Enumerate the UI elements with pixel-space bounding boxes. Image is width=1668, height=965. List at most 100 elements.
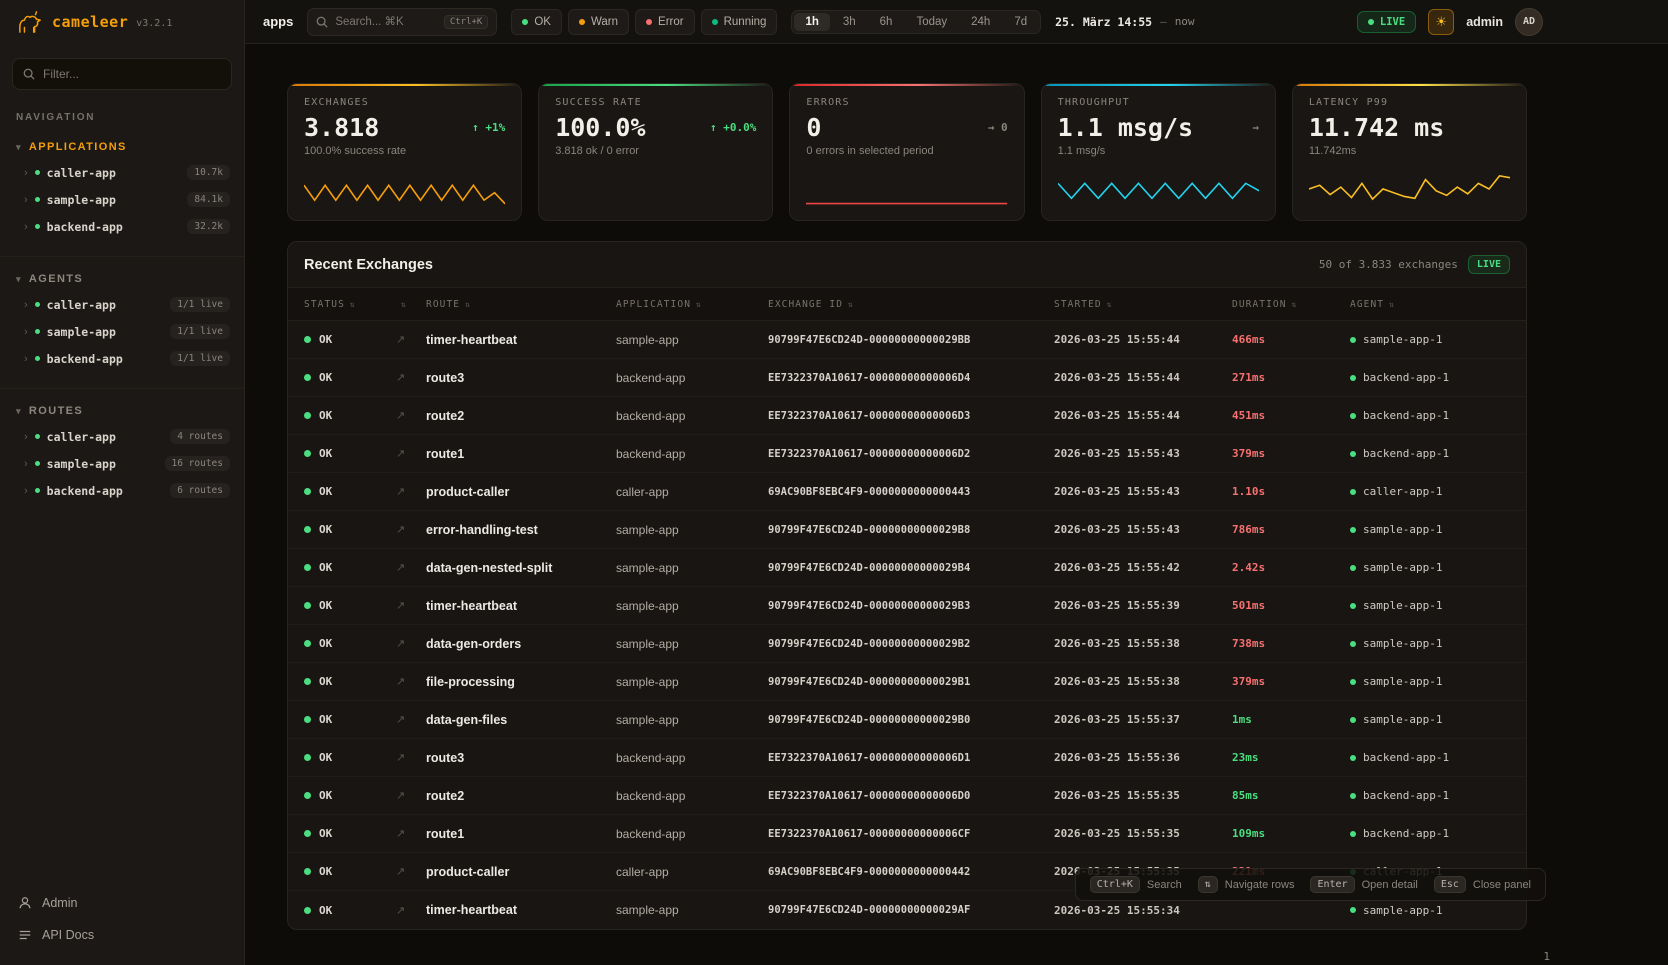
row-exchange-id: EE7322370A10617-00000000000006D0 (768, 790, 1054, 802)
table-row[interactable]: OK ↗ route3 backend-app EE7322370A10617-… (288, 739, 1526, 777)
filter-input[interactable] (43, 67, 221, 81)
body-row: EXCHANGES 3.818 ↑ +1% 100.0% success rat… (245, 44, 1668, 965)
column-header[interactable]: STATUS ⇅ (304, 299, 396, 310)
agent-status-dot-icon (1350, 565, 1356, 571)
row-status-cell: OK (304, 599, 396, 612)
row-application: sample-app (616, 333, 768, 347)
sidebar-item-api-docs[interactable]: API Docs (0, 919, 244, 951)
avatar[interactable]: AD (1515, 8, 1543, 36)
column-header[interactable]: APPLICATION ⇅ (616, 299, 768, 310)
ok-status-dot-icon (304, 450, 311, 457)
date-range[interactable]: 25. März 14:55 — now (1055, 15, 1194, 29)
table-row[interactable]: OK ↗ route2 backend-app EE7322370A10617-… (288, 777, 1526, 815)
stat-card[interactable]: EXCHANGES 3.818 ↑ +1% 100.0% success rat… (287, 83, 522, 221)
brand-version: v3.2.1 (136, 18, 172, 29)
table-row[interactable]: OK ↗ product-caller caller-app 69AC90BF8… (288, 473, 1526, 511)
search-icon (23, 68, 35, 80)
sidebar-nav-item[interactable]: › backend-app 32.2k (0, 213, 244, 240)
nav-section-header[interactable]: ▾ APPLICATIONS (0, 135, 244, 159)
table-row[interactable]: OK ↗ data-gen-orders sample-app 90799F47… (288, 625, 1526, 663)
row-route: timer-heartbeat (426, 333, 616, 347)
row-arrow-icon: ↗ (396, 599, 426, 612)
table-row[interactable]: OK ↗ data-gen-files sample-app 90799F47E… (288, 701, 1526, 739)
table-row[interactable]: OK ↗ error-handling-test sample-app 9079… (288, 511, 1526, 549)
stat-card[interactable]: SUCCESS RATE 100.0% ↑ +0.0% 3.818 ok / 0… (538, 83, 773, 221)
column-label: EXCHANGE ID (768, 299, 843, 310)
stat-card[interactable]: ERRORS 0 → 0 0 errors in selected period (789, 83, 1024, 221)
table-row[interactable]: OK ↗ data-gen-nested-split sample-app 90… (288, 549, 1526, 587)
status-pill-label: Warn (591, 16, 618, 28)
status-filter-pill[interactable]: Warn (568, 9, 629, 35)
ok-status-dot-icon (304, 716, 311, 723)
stat-subtitle: 0 errors in selected period (806, 145, 1007, 157)
table-row[interactable]: OK ↗ route1 backend-app EE7322370A10617-… (288, 435, 1526, 473)
sidebar-nav-item[interactable]: › caller-app 4 routes (0, 423, 244, 450)
sidebar-nav-item[interactable]: › caller-app 1/1 live (0, 291, 244, 318)
row-agent-label: backend-app-1 (1363, 827, 1449, 840)
brand[interactable]: cameleer v3.2.1 (0, 0, 244, 44)
status-filter-pill[interactable]: Running (701, 9, 778, 35)
row-started: 2026-03-25 15:55:44 (1054, 333, 1232, 346)
row-status-label: OK (319, 637, 332, 650)
table-row[interactable]: OK ↗ file-processing sample-app 90799F47… (288, 663, 1526, 701)
live-toggle[interactable]: LIVE (1357, 11, 1416, 33)
table-row[interactable]: OK ↗ route1 backend-app EE7322370A10617-… (288, 815, 1526, 853)
row-started: 2026-03-25 15:55:43 (1054, 523, 1232, 536)
column-header[interactable]: DURATION ⇅ (1232, 299, 1350, 310)
column-header[interactable]: STARTED ⇅ (1054, 299, 1232, 310)
sidebar-nav-item[interactable]: › sample-app 16 routes (0, 450, 244, 477)
nav-section-title: APPLICATIONS (29, 141, 127, 153)
row-exchange-id: 90799F47E6CD24D-00000000000029BB (768, 334, 1054, 346)
stat-trend: → 0 (988, 121, 1008, 134)
time-range-today[interactable]: Today (905, 13, 958, 31)
stat-value: 100.0% (555, 113, 645, 142)
main-content[interactable]: EXCHANGES 3.818 ↑ +1% 100.0% success rat… (245, 44, 1563, 965)
nav-item-label: backend-app (47, 484, 123, 498)
status-filter-pill[interactable]: Error (635, 9, 695, 35)
row-route: timer-heartbeat (426, 903, 616, 917)
time-range-7d[interactable]: 7d (1003, 13, 1038, 31)
sidebar-nav-item[interactable]: › caller-app 10.7k (0, 159, 244, 186)
column-header[interactable]: EXCHANGE ID ⇅ (768, 299, 1054, 310)
column-header[interactable]: ROUTE ⇅ (426, 299, 616, 310)
sidebar-footer: Admin API Docs (0, 879, 244, 965)
table-row[interactable]: OK ↗ route2 backend-app EE7322370A10617-… (288, 397, 1526, 435)
nav-section-header[interactable]: ▾ AGENTS (0, 267, 244, 291)
search-input[interactable] (335, 16, 436, 28)
sidebar-nav-item[interactable]: › backend-app 6 routes (0, 477, 244, 504)
table-row[interactable]: OK ↗ route3 backend-app EE7322370A10617-… (288, 359, 1526, 397)
theme-toggle-button[interactable]: ☀ (1428, 9, 1454, 35)
column-header[interactable]: AGENT ⇅ (1350, 299, 1510, 310)
exchange-count-summary: 50 of 3.833 exchanges (1319, 258, 1458, 271)
sidebar-nav-item[interactable]: › sample-app 1/1 live (0, 318, 244, 345)
table-row[interactable]: OK ↗ timer-heartbeat sample-app 90799F47… (288, 587, 1526, 625)
sidebar-item-admin[interactable]: Admin (0, 887, 244, 919)
time-range-6h[interactable]: 6h (869, 13, 904, 31)
status-filter-pill[interactable]: OK (511, 9, 562, 35)
sidebar-nav-item[interactable]: › sample-app 84.1k (0, 186, 244, 213)
status-pill-label: Error (658, 16, 684, 28)
row-application: sample-app (616, 713, 768, 727)
card-accent-bar (288, 84, 521, 86)
stat-card[interactable]: THROUGHPUT 1.1 msg/s → 1.1 msg/s (1041, 83, 1276, 221)
stat-card[interactable]: LATENCY P99 11.742 ms 11.742ms (1292, 83, 1527, 221)
row-status-label: OK (319, 865, 332, 878)
ok-status-dot-icon (304, 868, 311, 875)
hotkey-hint: Ctrl+K Search (1090, 876, 1182, 893)
nav-item-badge: 16 routes (165, 456, 230, 471)
row-exchange-id: EE7322370A10617-00000000000006D1 (768, 752, 1054, 764)
ok-status-dot-icon (304, 412, 311, 419)
row-arrow-icon: ↗ (396, 333, 426, 346)
status-dot-icon (35, 329, 40, 334)
sidebar-nav-item[interactable]: › backend-app 1/1 live (0, 345, 244, 372)
ok-status-dot-icon (304, 526, 311, 533)
table-row[interactable]: OK ↗ timer-heartbeat sample-app 90799F47… (288, 321, 1526, 359)
row-status-label: OK (319, 675, 332, 688)
time-range-3h[interactable]: 3h (832, 13, 867, 31)
time-range-24h[interactable]: 24h (960, 13, 1001, 31)
row-agent-label: backend-app-1 (1363, 371, 1449, 384)
nav-section-header[interactable]: ▾ ROUTES (0, 399, 244, 423)
row-exchange-id: 90799F47E6CD24D-00000000000029B8 (768, 524, 1054, 536)
time-range-1h[interactable]: 1h (794, 13, 829, 31)
column-header[interactable]: ⇅ (396, 300, 426, 309)
